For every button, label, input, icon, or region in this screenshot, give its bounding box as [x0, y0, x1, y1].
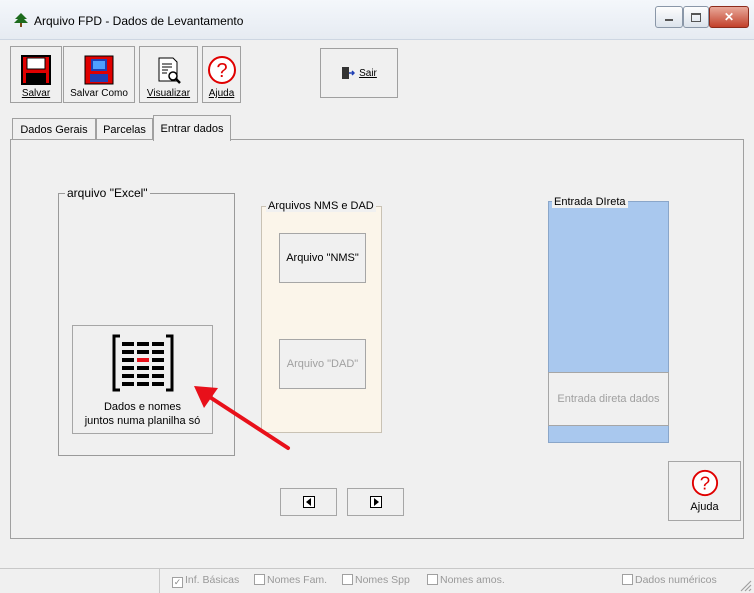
close-button[interactable]: ✕ — [709, 6, 749, 28]
direct-entry-button[interactable]: Entrada direta dados — [548, 372, 669, 426]
tab-label: Parcelas — [103, 123, 146, 136]
maximize-icon — [691, 12, 701, 22]
preview-button[interactable]: Visualizar — [139, 46, 198, 103]
title-bar: Arquivo FPD - Dados de Levantamento ✕ — [0, 0, 754, 40]
save-button[interactable]: Salvar — [10, 46, 62, 103]
status-bar: ✓ Inf. Básicas Nomes Fam. Nomes Spp Nomes… — [0, 568, 754, 593]
svg-text:?: ? — [216, 60, 227, 82]
question-mark-icon: ? — [691, 469, 718, 497]
excel-button-line1: Dados e nomes — [103, 401, 182, 413]
minimize-icon — [665, 19, 673, 21]
help-label: Ajuda — [208, 88, 235, 99]
arrow-right-icon — [369, 496, 382, 508]
direct-entry-group-label: Entrada DIreta — [552, 196, 628, 208]
status-left-panel — [0, 569, 160, 593]
check-nomes-amos[interactable]: Nomes amos. — [427, 574, 505, 586]
checkbox-icon — [622, 574, 633, 585]
check-label: Nomes amos. — [440, 574, 505, 586]
nms-button-label: Arquivo "NMS" — [286, 252, 359, 264]
panel-help-button[interactable]: ? Ajuda — [668, 461, 741, 521]
preview-label: Visualizar — [146, 88, 191, 99]
excel-group-label: arquivo "Excel" — [65, 186, 150, 200]
resize-grip-icon[interactable] — [738, 578, 752, 592]
save-label: Salvar — [21, 88, 51, 99]
tab-label: Entrar dados — [160, 122, 224, 135]
excel-button-line2: juntos numa planilha só — [84, 415, 201, 427]
floppy-disk-icon — [21, 55, 51, 85]
previous-button[interactable] — [280, 488, 337, 516]
close-icon: ✕ — [723, 10, 735, 24]
tab-entrar-dados[interactable]: Entrar dados — [153, 115, 231, 141]
window-title: Arquivo FPD - Dados de Levantamento — [34, 14, 244, 28]
panel-help-label: Ajuda — [690, 501, 719, 513]
tab-dados-gerais[interactable]: Dados Gerais — [12, 118, 96, 140]
checkbox-icon — [427, 574, 438, 585]
direct-entry-button-label: Entrada direta dados — [557, 393, 660, 405]
arrow-left-icon — [302, 496, 315, 508]
save-as-button[interactable]: Salvar Como — [63, 46, 135, 103]
annotation-arrow — [194, 386, 290, 450]
tree-app-icon — [14, 13, 28, 27]
svg-text:?: ? — [699, 473, 709, 494]
exit-button[interactable]: Sair — [320, 48, 398, 98]
checkbox-icon — [342, 574, 353, 585]
check-label: Inf. Básicas — [185, 574, 240, 586]
check-nomes-fam[interactable]: Nomes Fam. — [254, 574, 327, 586]
check-nomes-spp[interactable]: Nomes Spp — [342, 574, 410, 586]
checkbox-icon — [254, 574, 265, 585]
nms-file-button[interactable]: Arquivo "NMS" — [279, 233, 366, 283]
tab-label: Dados Gerais — [20, 123, 88, 136]
check-inf-basicas[interactable]: ✓ Inf. Básicas — [172, 574, 239, 588]
help-button[interactable]: ? Ajuda — [202, 46, 241, 103]
check-dados-numericos[interactable]: Dados numéricos — [622, 574, 717, 586]
dad-button-label: Arquivo "DAD" — [286, 358, 359, 370]
next-button[interactable] — [347, 488, 404, 516]
exit-label: Sair — [359, 67, 377, 79]
exit-door-icon — [342, 67, 356, 79]
check-label: Nomes Fam. — [267, 574, 328, 586]
tab-parcelas[interactable]: Parcelas — [96, 118, 153, 140]
question-mark-icon: ? — [207, 56, 236, 84]
maximize-button[interactable] — [683, 6, 709, 28]
minimize-button[interactable] — [655, 6, 683, 28]
check-label: Dados numéricos — [635, 574, 717, 586]
checkbox-checked-icon: ✓ — [172, 577, 183, 588]
check-label: Nomes Spp — [355, 574, 410, 586]
print-preview-icon — [158, 57, 181, 84]
floppy-disk-icon — [84, 55, 114, 85]
nms-dad-group-label: Arquivos NMS e DAD — [266, 200, 376, 212]
save-as-label: Salvar Como — [70, 88, 128, 99]
spreadsheet-icon — [112, 334, 173, 392]
